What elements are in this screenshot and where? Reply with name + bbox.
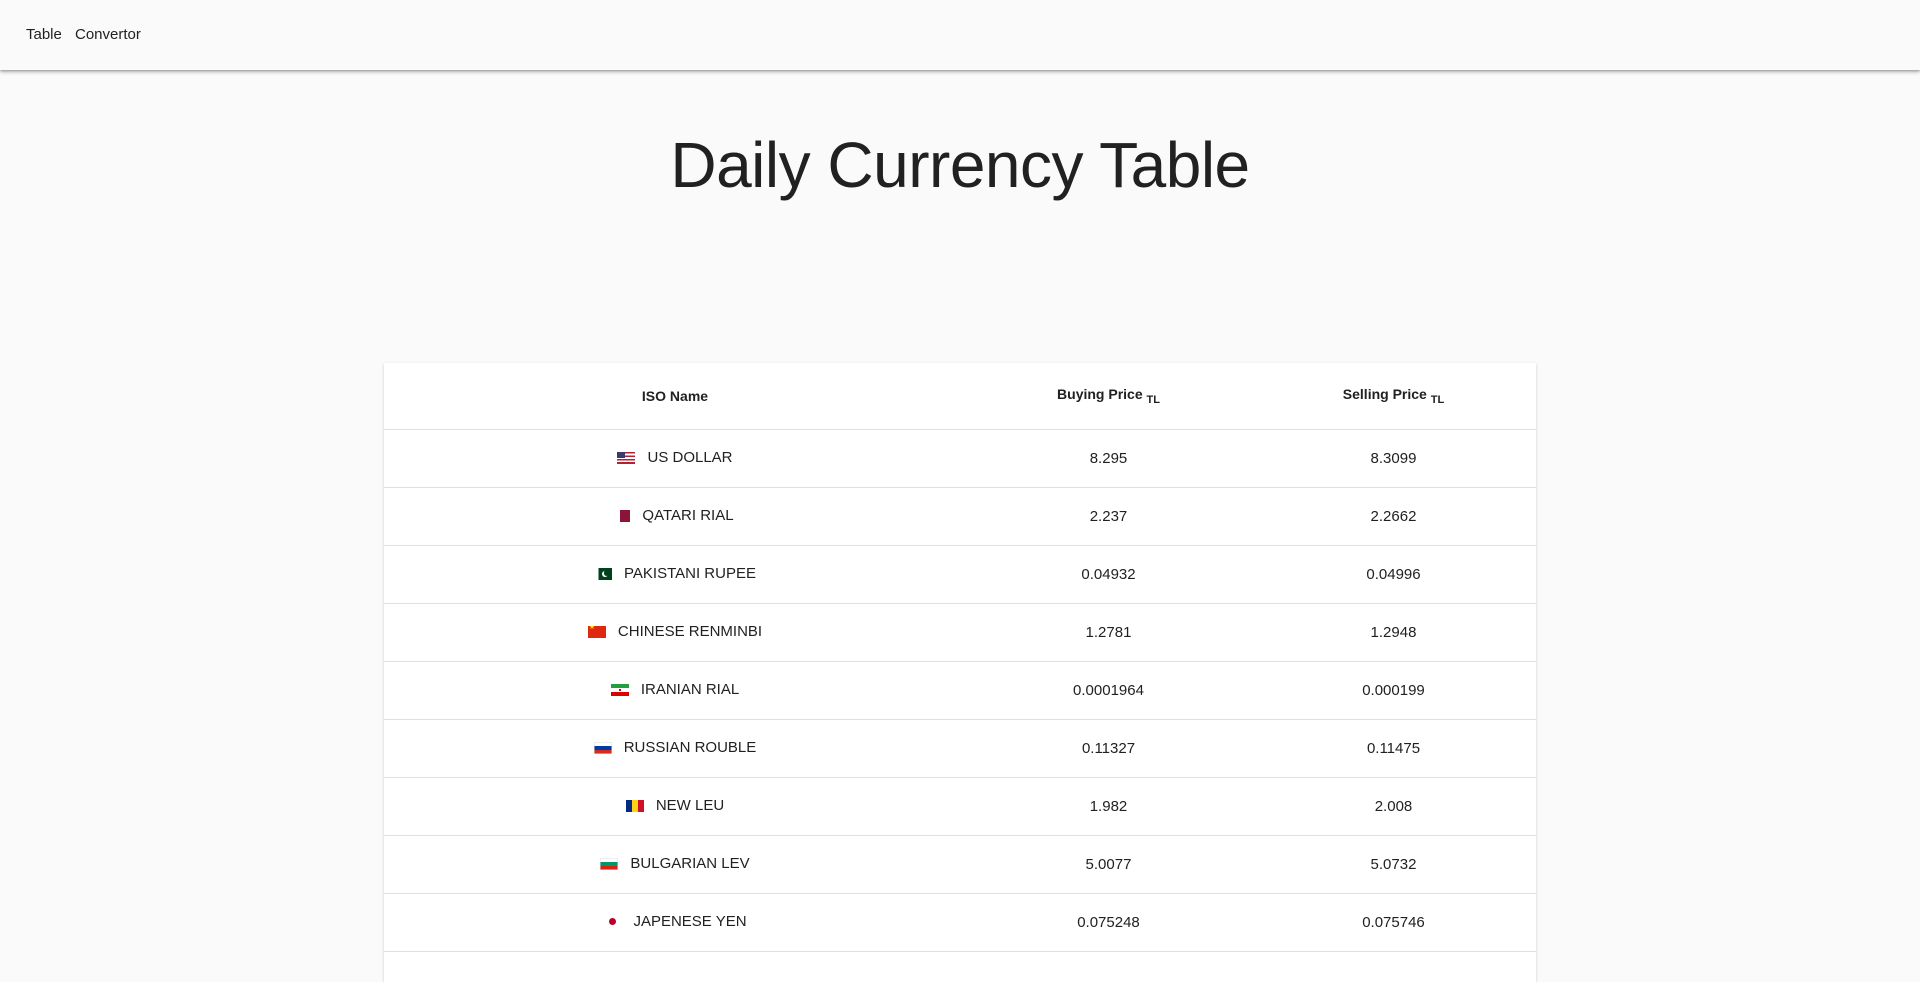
header-selling-unit: TL bbox=[1431, 394, 1444, 406]
table-header-row: ISO Name Buying Price TL Selling Price T… bbox=[384, 363, 1536, 430]
table-row: RUSSIAN ROUBLE 0.11327 0.11475 bbox=[384, 720, 1536, 778]
cell-buying-price: 2.237 bbox=[966, 488, 1251, 546]
table-row-partial bbox=[384, 952, 1536, 982]
currency-name: PAKISTANI RUPEE bbox=[624, 565, 756, 582]
header-buying-price-label: Buying Price bbox=[1057, 386, 1143, 402]
cell-buying-price: 1.2781 bbox=[966, 604, 1251, 662]
cell-selling-price: 2.2662 bbox=[1251, 488, 1536, 546]
cell-buying-price: 0.11327 bbox=[966, 720, 1251, 778]
cell-selling-price: 2.008 bbox=[1251, 778, 1536, 836]
nav-link-table[interactable]: Table bbox=[26, 0, 62, 70]
table-row: IRANIAN RIAL 0.0001964 0.000199 bbox=[384, 662, 1536, 720]
cell-iso-name: CHINESE RENMINBI bbox=[384, 604, 966, 662]
table-row: US DOLLAR 8.295 8.3099 bbox=[384, 430, 1536, 488]
cell-buying-price: 0.075248 bbox=[966, 894, 1251, 952]
header-iso-name-label: ISO Name bbox=[642, 388, 708, 404]
cell-iso-name: JAPENESE YEN bbox=[384, 894, 966, 952]
table-row: PAKISTANI RUPEE 0.04932 0.04996 bbox=[384, 546, 1536, 604]
currency-name: US DOLLAR bbox=[647, 449, 732, 466]
romania-flag-icon bbox=[626, 800, 644, 812]
cell-buying-price: 1.982 bbox=[966, 778, 1251, 836]
nav-link-convertor[interactable]: Convertor bbox=[75, 0, 141, 70]
currency-name: RUSSIAN ROUBLE bbox=[624, 739, 757, 756]
china-flag-icon bbox=[588, 626, 606, 638]
currency-name: IRANIAN RIAL bbox=[641, 681, 739, 698]
cell-iso-name: RUSSIAN ROUBLE bbox=[384, 720, 966, 778]
us-flag-icon bbox=[617, 452, 635, 464]
cell-selling-price: 0.075746 bbox=[1251, 894, 1536, 952]
cell-empty bbox=[966, 952, 1251, 982]
cell-selling-price: 0.04996 bbox=[1251, 546, 1536, 604]
cell-buying-price: 0.04932 bbox=[966, 546, 1251, 604]
cell-iso-name: QATARI RIAL bbox=[384, 488, 966, 546]
cell-buying-price: 8.295 bbox=[966, 430, 1251, 488]
cell-iso-name: NEW LEU bbox=[384, 778, 966, 836]
currency-name: QATARI RIAL bbox=[642, 507, 733, 524]
currency-name: CHINESE RENMINBI bbox=[618, 623, 762, 640]
qatar-flag-icon bbox=[616, 510, 630, 522]
header-buying-unit: TL bbox=[1147, 394, 1160, 406]
cell-iso-name: IRANIAN RIAL bbox=[384, 662, 966, 720]
cell-selling-price: 5.0732 bbox=[1251, 836, 1536, 894]
header-selling-price: Selling Price TL bbox=[1251, 363, 1536, 430]
cell-iso-name: BULGARIAN LEV bbox=[384, 836, 966, 894]
cell-selling-price: 0.000199 bbox=[1251, 662, 1536, 720]
table-row: JAPENESE YEN 0.075248 0.075746 bbox=[384, 894, 1536, 952]
cell-selling-price: 1.2948 bbox=[1251, 604, 1536, 662]
header-buying-price: Buying Price TL bbox=[966, 363, 1251, 430]
header-selling-price-label: Selling Price bbox=[1343, 386, 1427, 402]
top-navbar: Table Convertor bbox=[0, 0, 1920, 70]
table-row: CHINESE RENMINBI 1.2781 1.2948 bbox=[384, 604, 1536, 662]
cell-empty bbox=[1251, 952, 1536, 982]
cell-buying-price: 0.0001964 bbox=[966, 662, 1251, 720]
currency-name: JAPENESE YEN bbox=[633, 913, 746, 930]
currency-table: ISO Name Buying Price TL Selling Price T… bbox=[384, 363, 1536, 982]
russia-flag-icon bbox=[594, 742, 612, 754]
cell-iso-name: PAKISTANI RUPEE bbox=[384, 546, 966, 604]
header-iso-name: ISO Name bbox=[384, 363, 966, 430]
currency-table-card: ISO Name Buying Price TL Selling Price T… bbox=[384, 363, 1536, 982]
page-title: Daily Currency Table bbox=[0, 120, 1920, 210]
currency-name: NEW LEU bbox=[656, 797, 724, 814]
iran-flag-icon bbox=[611, 684, 629, 696]
currency-name: BULGARIAN LEV bbox=[630, 855, 749, 872]
table-row: QATARI RIAL 2.237 2.2662 bbox=[384, 488, 1536, 546]
cell-iso-name: US DOLLAR bbox=[384, 430, 966, 488]
table-row: NEW LEU 1.982 2.008 bbox=[384, 778, 1536, 836]
cell-buying-price: 5.0077 bbox=[966, 836, 1251, 894]
cell-selling-price: 8.3099 bbox=[1251, 430, 1536, 488]
cell-selling-price: 0.11475 bbox=[1251, 720, 1536, 778]
japan-flag-icon bbox=[603, 916, 621, 928]
bulgaria-flag-icon bbox=[600, 858, 618, 870]
table-row: BULGARIAN LEV 5.0077 5.0732 bbox=[384, 836, 1536, 894]
pakistan-flag-icon bbox=[594, 568, 612, 580]
cell-empty bbox=[384, 952, 966, 982]
